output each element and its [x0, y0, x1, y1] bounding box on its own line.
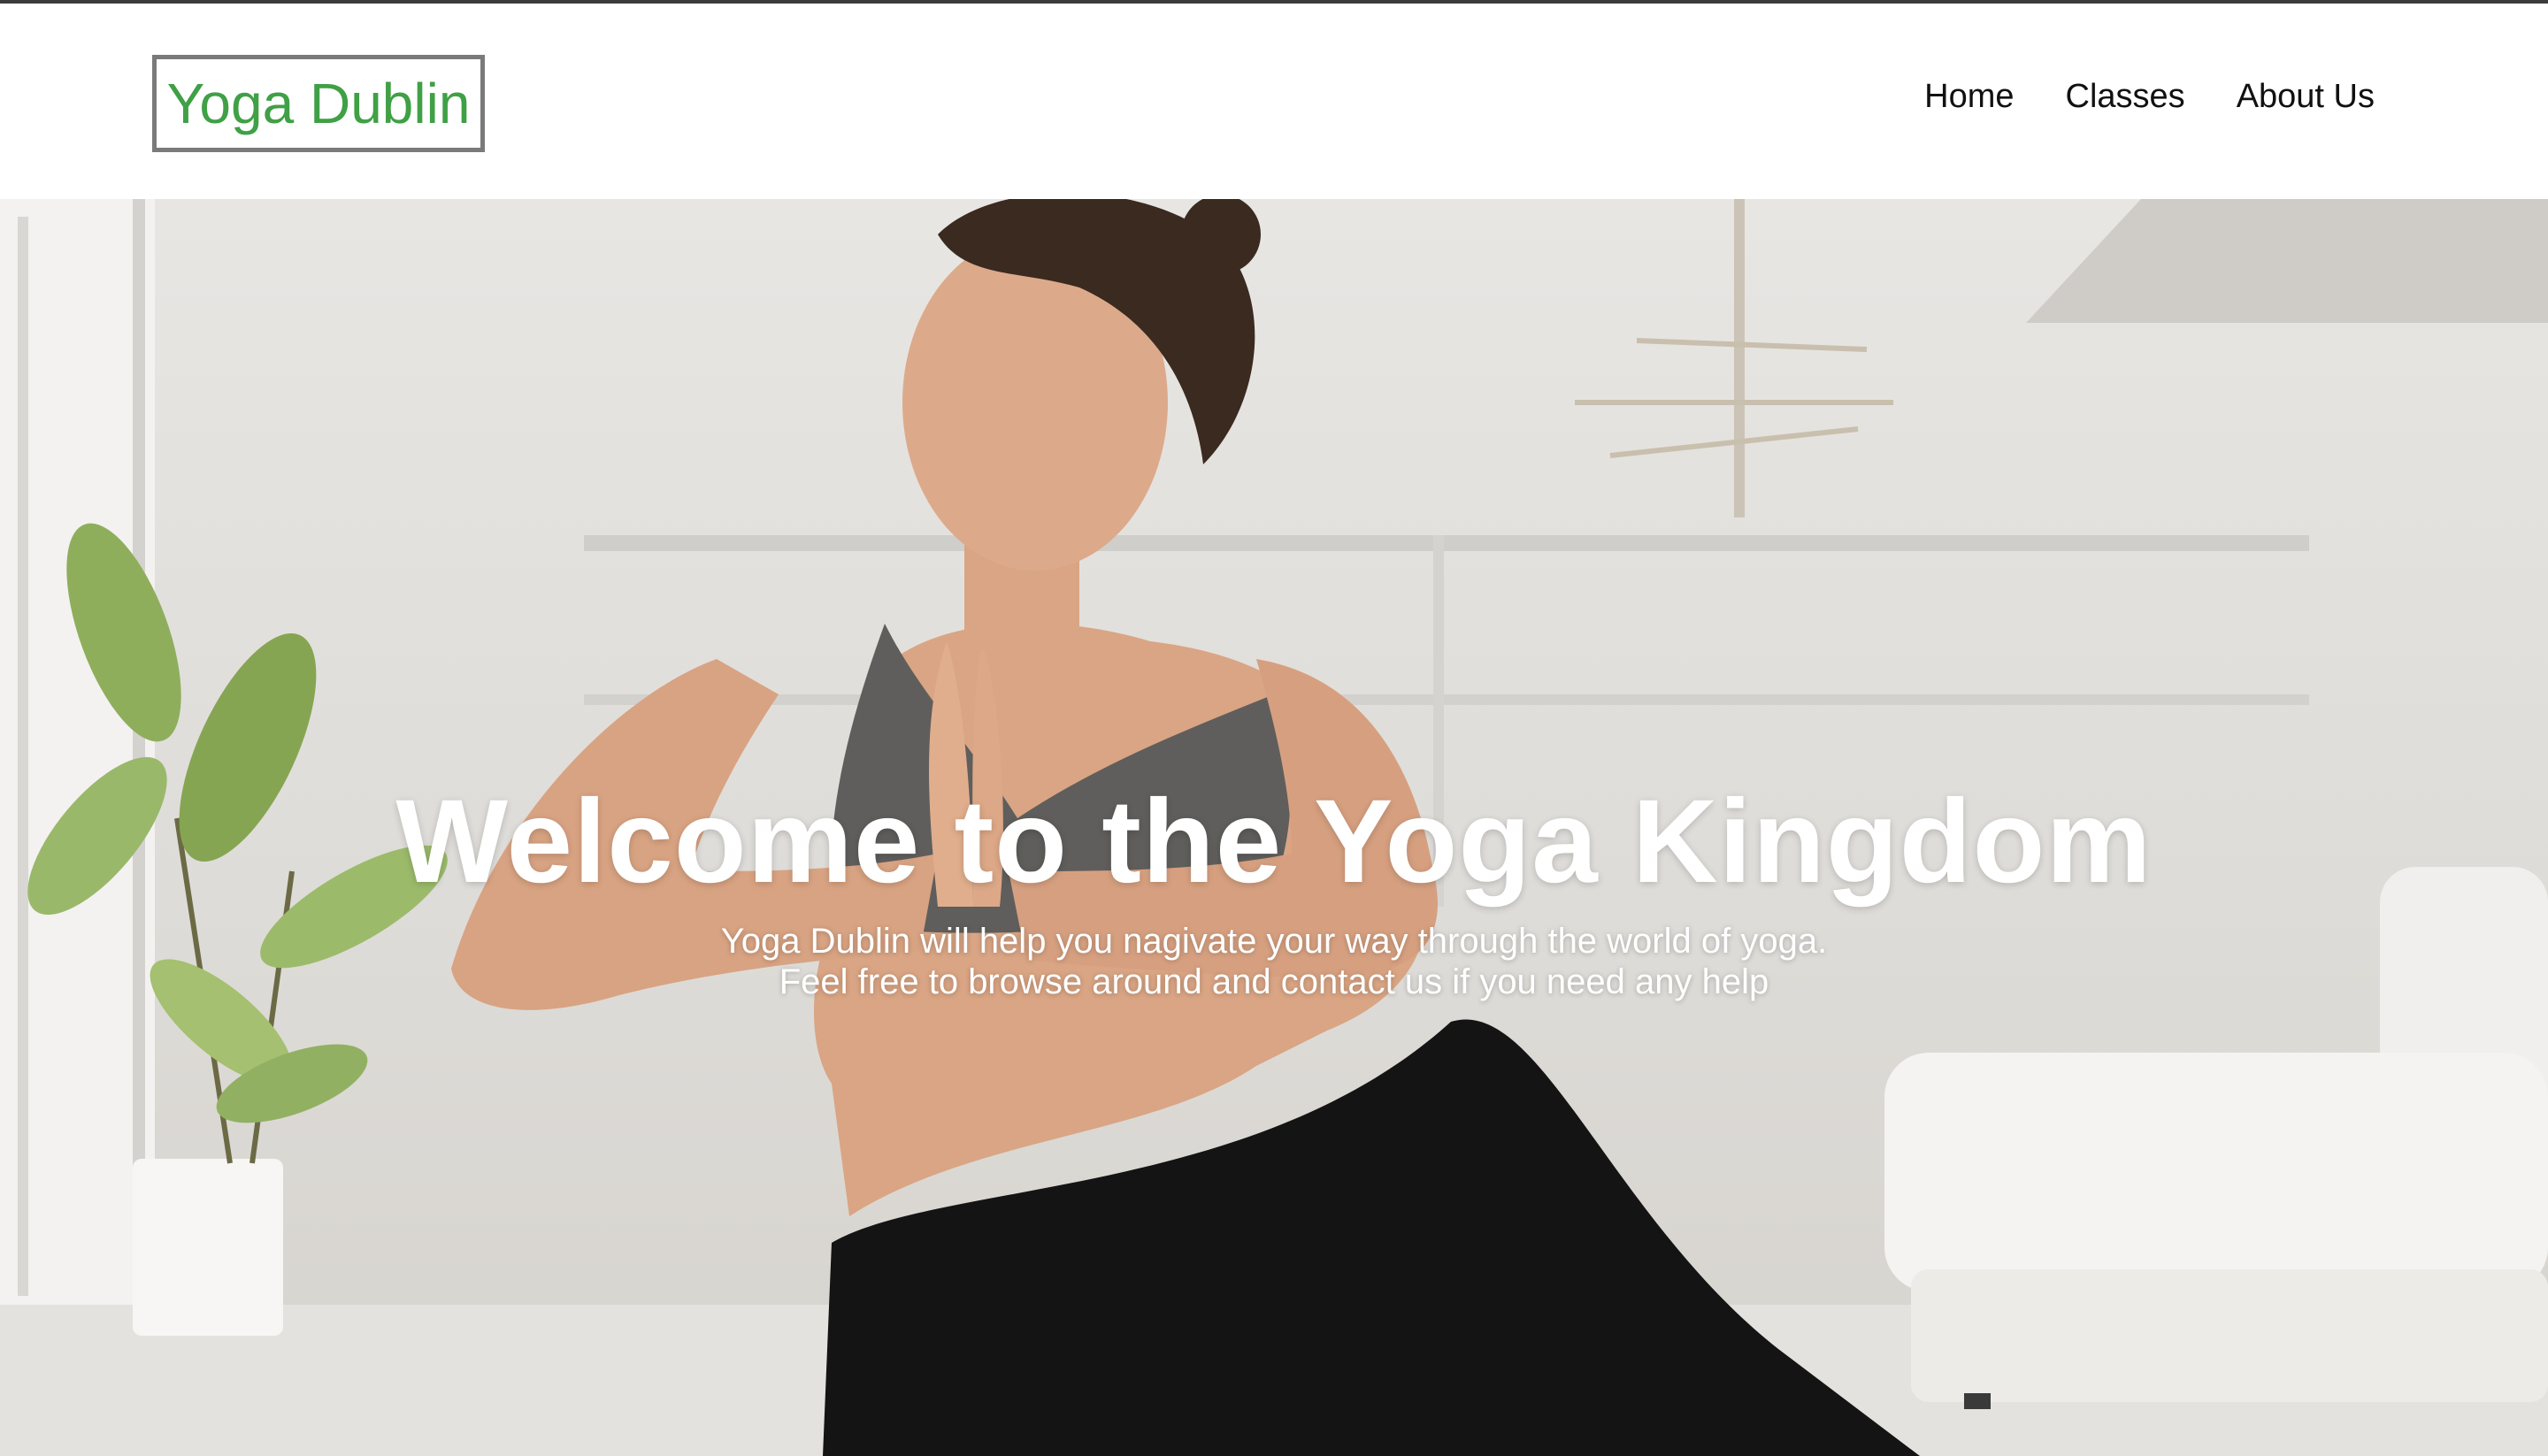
hero-section: Welcome to the Yoga Kingdom Yoga Dublin … [0, 199, 2548, 1456]
logo-link[interactable]: Yoga Dublin [152, 55, 485, 152]
nav-home-link[interactable]: Home [1924, 78, 2014, 116]
hero-background-image [0, 199, 2548, 1456]
main-nav: Home Classes About Us [1924, 78, 2375, 116]
nav-about-us-link[interactable]: About Us [2237, 78, 2375, 116]
site-header: Yoga Dublin Home Classes About Us [0, 4, 2548, 199]
nav-classes-link[interactable]: Classes [2066, 78, 2185, 116]
